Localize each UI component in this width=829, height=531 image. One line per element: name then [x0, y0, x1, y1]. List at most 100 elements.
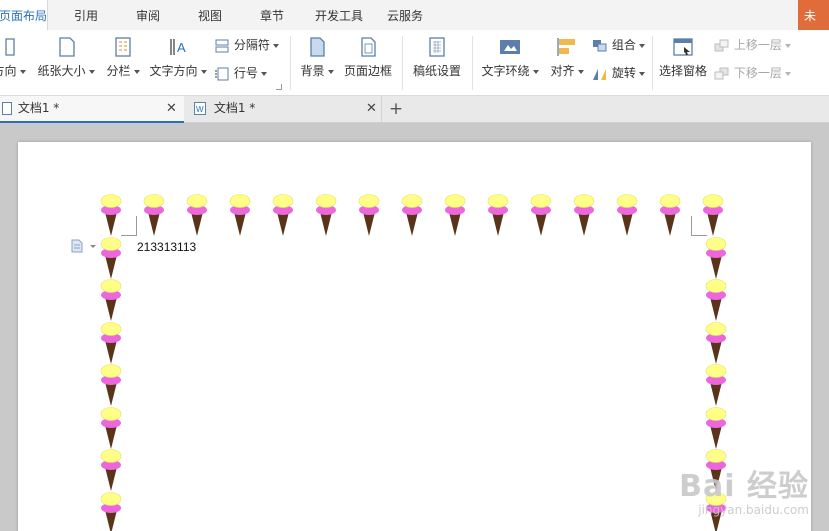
- menu-bar: 页面布局 引用 审阅 视图 章节 开发工具 云服务 未: [0, 0, 829, 30]
- send-backward-button[interactable]: 下移一层: [714, 64, 791, 81]
- paragraph-handle[interactable]: [70, 239, 96, 253]
- ice-cream-cone: [99, 278, 123, 322]
- page-border-label: 页面边框: [343, 64, 392, 78]
- group-label: 组合: [611, 38, 636, 52]
- manuscript-label: 稿纸设置: [412, 64, 461, 78]
- page-border-icon: [361, 37, 376, 57]
- manuscript-settings-button[interactable]: 稿纸设置: [410, 36, 464, 79]
- watermark-url: jingyan.baidu.com: [698, 503, 809, 517]
- text-wrap-label: 文字环绕: [481, 64, 530, 78]
- document-body-text[interactable]: 213313113: [137, 240, 196, 254]
- document-tab-active[interactable]: 文档1 * ✕: [0, 96, 184, 123]
- align-icon: [557, 38, 575, 56]
- breaks-label: 分隔符: [233, 38, 270, 52]
- orientation-label: 方向: [0, 64, 17, 78]
- ribbon: 方向 纸张大小 分栏 A 文字方向 分隔符 行号 背景 页面边框 稿纸设置: [0, 30, 829, 96]
- manuscript-icon: [429, 37, 445, 57]
- ice-cream-cone: [99, 193, 123, 237]
- text-direction-button[interactable]: A 文字方向: [148, 36, 208, 79]
- selection-pane-label: 选择窗格: [658, 64, 707, 78]
- ice-cream-cone: [357, 193, 381, 237]
- breaks-button[interactable]: 分隔符: [214, 36, 279, 53]
- tab-cloud-service[interactable]: 云服务: [380, 0, 430, 30]
- ice-cream-cone: [704, 278, 728, 322]
- document-icon: [2, 102, 12, 115]
- ice-cream-cone: [615, 193, 639, 237]
- tab-page-layout[interactable]: 页面布局: [0, 0, 48, 30]
- ice-cream-cone: [99, 321, 123, 365]
- ice-cream-cone: [529, 193, 553, 237]
- background-icon: [310, 37, 325, 57]
- baidu-jingyan-watermark: Bai 经验 jingyan.baidu.com: [679, 461, 809, 517]
- ice-cream-cone: [99, 236, 123, 280]
- columns-label: 分栏: [106, 64, 131, 78]
- tab-section[interactable]: 章节: [248, 0, 296, 30]
- paper-size-icon: [59, 37, 75, 57]
- ribbon-divider: [652, 36, 653, 90]
- ice-cream-cone: [99, 363, 123, 407]
- text-direction-label: 文字方向: [149, 64, 198, 78]
- line-numbers-icon: [215, 67, 229, 80]
- bring-forward-icon: [714, 39, 729, 51]
- document-tab-title: 文档1 *: [213, 101, 256, 115]
- ribbon-divider: [472, 36, 473, 90]
- watermark-brand: Bai 经验: [679, 469, 809, 504]
- selection-pane-icon: [673, 38, 693, 56]
- menu-corner-button[interactable]: 未: [798, 0, 829, 30]
- columns-button[interactable]: 分栏: [104, 36, 142, 79]
- new-tab-button[interactable]: +: [387, 96, 405, 123]
- ice-cream-cone: [704, 236, 728, 280]
- send-backward-icon: [714, 67, 729, 79]
- ice-cream-cone: [99, 406, 123, 450]
- ice-cream-cone: [314, 193, 338, 237]
- margin-corner-top-right: [691, 216, 707, 236]
- page-border-button[interactable]: 页面边框: [342, 36, 394, 79]
- ice-cream-cone: [704, 321, 728, 365]
- svg-text:W: W: [196, 105, 204, 114]
- ice-cream-cone: [658, 193, 682, 237]
- ice-cream-cone: [185, 193, 209, 237]
- bring-forward-button[interactable]: 上移一层: [714, 36, 791, 53]
- dialog-launcher-icon[interactable]: [276, 84, 282, 90]
- tab-references[interactable]: 引用: [62, 0, 110, 30]
- ice-cream-cone: [400, 193, 424, 237]
- close-tab-icon[interactable]: ✕: [166, 96, 177, 121]
- close-tab-icon[interactable]: ✕: [366, 96, 377, 121]
- margin-corner-top-left: [121, 216, 137, 236]
- ice-cream-cone: [443, 193, 467, 237]
- group-button[interactable]: 组合: [592, 36, 645, 53]
- document-tab-bar: 文档1 * ✕ W 文档1 * ✕: [0, 96, 829, 123]
- selection-pane-button[interactable]: 选择窗格: [656, 36, 710, 79]
- align-button[interactable]: 对齐: [548, 36, 586, 79]
- line-numbers-label: 行号: [233, 66, 258, 80]
- paragraph-menu-icon: [71, 239, 96, 253]
- orientation-icon: [5, 38, 15, 56]
- document-icon: W: [194, 102, 206, 115]
- ice-cream-cone: [704, 363, 728, 407]
- ribbon-divider: [402, 36, 403, 90]
- background-button[interactable]: 背景: [298, 36, 336, 79]
- document-tab-title: 文档1 *: [17, 101, 60, 115]
- ice-cream-cone: [228, 193, 252, 237]
- tab-view[interactable]: 视图: [186, 0, 234, 30]
- orientation-button[interactable]: 方向: [0, 36, 26, 79]
- send-backward-label: 下移一层: [733, 66, 782, 80]
- rotate-button[interactable]: 旋转: [592, 64, 645, 81]
- text-wrap-button[interactable]: 文字环绕: [480, 36, 540, 79]
- rotate-icon: [593, 68, 606, 80]
- document-tab[interactable]: W 文档1 * ✕: [186, 96, 382, 123]
- tab-developer[interactable]: 开发工具: [308, 0, 370, 30]
- ice-cream-cone: [572, 193, 596, 237]
- line-numbers-button[interactable]: 行号: [214, 64, 267, 81]
- svg-text:A: A: [177, 40, 186, 55]
- paper-size-button[interactable]: 纸张大小: [36, 36, 96, 79]
- rotate-label: 旋转: [611, 66, 636, 80]
- ice-cream-cone: [99, 448, 123, 492]
- paper-size-label: 纸张大小: [37, 64, 86, 78]
- tab-review[interactable]: 审阅: [124, 0, 172, 30]
- text-direction-icon: A: [170, 39, 186, 55]
- ice-cream-cone: [704, 406, 728, 450]
- background-label: 背景: [300, 64, 325, 78]
- ice-cream-cone: [486, 193, 510, 237]
- ice-cream-cone: [142, 193, 166, 237]
